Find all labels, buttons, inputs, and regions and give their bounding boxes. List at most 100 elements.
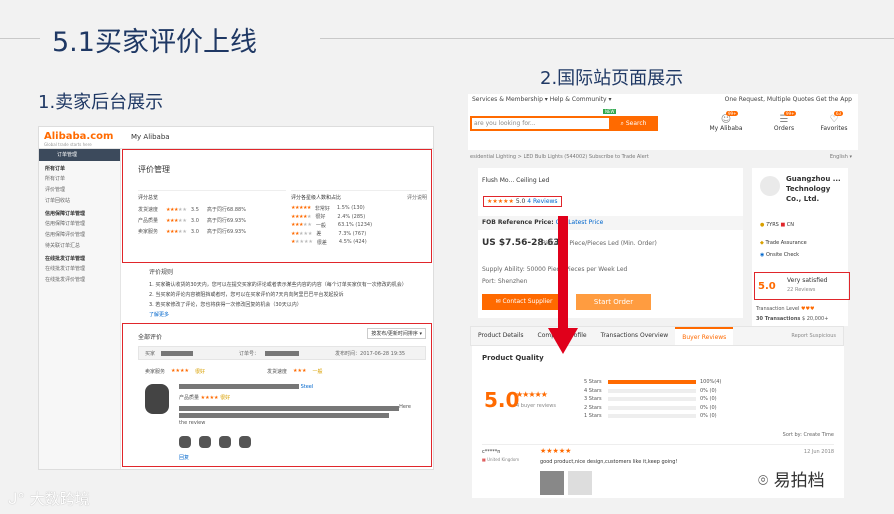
breadcrumb[interactable]: esidential Lighting > LED Bulb Lights (5… xyxy=(468,151,858,163)
trade-assurance[interactable]: ◆ Trade Assurance xyxy=(760,240,807,246)
stat-compare: 高于同行69.93% xyxy=(206,229,246,235)
sort-by[interactable]: Sort by: Create Time xyxy=(783,432,834,438)
rating-summary-highlight: 评价管理 评分总览 发货速度 ★★★ ★★ 3.5 高于同行68.88% 产品质量 ★★★… xyxy=(122,149,432,263)
red-arrow-icon xyxy=(548,216,578,354)
top-nav-left[interactable]: Services & Membership ▾ Help & Community… xyxy=(472,96,612,103)
sidebar-item[interactable]: 信用保障评价管理 xyxy=(39,229,120,240)
order-label: 订单号： xyxy=(239,350,260,357)
dist-value: 63.1% (1234) xyxy=(337,222,373,229)
sidebar-item[interactable]: 所有订单 xyxy=(39,173,120,184)
dist-label: 很差 xyxy=(316,239,327,246)
watermark: ⌾ 易拍档 xyxy=(758,471,825,491)
subtitle-site: 2.国际站页面展示 xyxy=(540,68,684,89)
sidebar-group[interactable]: 所有订单 xyxy=(39,161,120,173)
rule-item: 2. 当买家的评论内容被阻挡或者时，您可以在买家评价的7天内向阿里巴巴平台发起投… xyxy=(149,292,344,298)
tab-product-details[interactable]: Product Details xyxy=(471,327,531,345)
sidebar-group[interactable]: 在线批发订单管理 xyxy=(39,251,120,263)
search-button[interactable]: ⌕ Search xyxy=(609,116,658,131)
sidebar-item[interactable]: 信用保障订单管理 xyxy=(39,218,120,229)
redacted-buyer xyxy=(161,350,194,356)
distribution-panel: 评分各星级人数和占比 评分说明 ★★★★★ 非常好 1.5% (130) ★★★★ ★ 很… xyxy=(291,190,427,252)
all-reviews-highlight: 全部评价 按发布/更新时间排序 ▾ 买家 订单号： 发布时间：2017-06-2… xyxy=(122,323,432,467)
new-badge: NEW xyxy=(603,109,617,114)
sidebar-header[interactable]: 订单管理 xyxy=(39,149,120,161)
review-meta-bar: 买家 订单号： 发布时间：2017-06-28 19:35 xyxy=(138,346,426,360)
rule-item: 1. 买家确认收货的30天内，您可以在提交买家的评论或者表示某些内容的内容（每个… xyxy=(149,282,407,288)
transaction-level: Transaction Level ♥♥♥ xyxy=(756,306,815,312)
dist-label: 差 xyxy=(316,231,322,238)
search-input[interactable]: are you looking for... xyxy=(470,116,609,131)
star-histogram: 5 Stars 100%(4) 4 Stars 0% (0) 3 Stars 0% (… xyxy=(584,379,722,420)
sidebar-group[interactable]: 信用保障订单管理 xyxy=(39,206,120,218)
language-select[interactable]: English ▾ xyxy=(830,151,852,163)
review-date: 发布时间：2017-06-28 19:35 xyxy=(335,350,406,357)
tab-transactions[interactable]: Transactions Overview xyxy=(594,327,676,345)
stat-value: 3.0 xyxy=(190,228,199,235)
my-alibaba-icon[interactable]: ☺ 99+ My Alibaba xyxy=(706,111,746,132)
buyer-review-count: 4 buyer reviews xyxy=(516,403,556,409)
redacted-order xyxy=(265,350,300,356)
footer-logo: ᒍ° 大数跨境 xyxy=(8,490,90,508)
eval-title: 评价管理 xyxy=(138,165,170,174)
reviewer-country: ▦ United Kingdom xyxy=(482,457,520,462)
rules-section: 评价规则 1. 买家确认收货的30天内，您可以在提交买家的评论或者表示某些内容的… xyxy=(149,267,431,321)
seller-years: ● 7YRS ■ CN xyxy=(760,222,795,228)
satisfaction-highlight[interactable]: 5.0 Very satisfied 22 Reviews xyxy=(754,272,850,300)
stat-compare: 高于同行68.88% xyxy=(206,207,246,213)
svc-text: 很好 xyxy=(194,369,205,375)
dist-value: 4.5% (424) xyxy=(338,239,367,246)
ship-label: 发货速度 xyxy=(266,369,287,375)
buyer-label: 买家 xyxy=(145,350,156,357)
sidebar-item[interactable]: 订单回收站 xyxy=(39,195,120,206)
quality-stars: ★★★★★ xyxy=(516,390,548,399)
review-photo[interactable] xyxy=(540,471,564,495)
favorites-icon[interactable]: ♡ 63 Favorites xyxy=(814,111,854,132)
backend-sidebar: 订单管理 所有订单 所有订单 评价管理 订单回收站 信用保障订单管理 信用保障订… xyxy=(39,149,121,469)
product-thumbnail[interactable] xyxy=(145,384,169,414)
all-reviews-title: 全部评价 xyxy=(138,334,163,341)
dist-note-link[interactable]: 评分说明 xyxy=(407,194,427,201)
divider xyxy=(320,38,894,39)
stat-compare: 高于同行69.93% xyxy=(206,218,246,224)
my-alibaba-link[interactable]: My Alibaba xyxy=(131,133,170,141)
svc-label: 卖家服务 xyxy=(145,369,166,375)
dist-label: 很好 xyxy=(315,214,326,221)
sort-dropdown[interactable]: 按发布/更新时间排序 ▾ xyxy=(367,328,426,339)
sidebar-item[interactable]: 在线批发订单管理 xyxy=(39,263,120,274)
sidebar-item[interactable]: 评价管理 xyxy=(39,184,120,195)
seller-logo xyxy=(760,176,780,196)
stat-value: 3.0 xyxy=(190,217,199,224)
review-photos[interactable] xyxy=(179,436,251,448)
dist-value: 1.5% (130) xyxy=(336,205,365,212)
product-link[interactable]: Steel xyxy=(179,384,313,390)
subtitle-backend: 1.卖家后台展示 xyxy=(38,92,164,113)
reply-link[interactable]: 回复 xyxy=(179,454,189,461)
seller-name[interactable]: Guangzhou ... Technology Co., Ltd. xyxy=(786,174,846,204)
dist-value: 7.3% (767) xyxy=(338,230,367,237)
top-nav-right[interactable]: One Request, Multiple Quotes Get the App xyxy=(725,96,852,103)
rating-highlight[interactable]: ★★★★★ 5.0 4 Reviews xyxy=(483,196,562,207)
report-link[interactable]: Report Suspicious xyxy=(784,327,843,345)
review-photo[interactable] xyxy=(568,471,592,495)
review-text: good product,nice design,customers like … xyxy=(540,459,678,465)
satisfaction-score: 5.0 xyxy=(758,281,776,292)
stat-label: 发货速度 xyxy=(138,207,159,213)
dist-label: 一般 xyxy=(315,222,326,229)
learn-more-link[interactable]: 了解更多 xyxy=(149,311,431,318)
site-screenshot: Services & Membership ▾ Help & Community… xyxy=(468,94,858,499)
transaction-count: 30 Transactions $ 20,000+ xyxy=(756,316,829,322)
rules-title: 评价规则 xyxy=(149,269,174,276)
alibaba-logo: Alibaba.com Global trade starts here xyxy=(44,131,114,147)
satisfaction-reviews: 22 Reviews xyxy=(787,287,816,293)
orders-icon[interactable]: ☰ 99+ Orders xyxy=(764,111,804,132)
backend-screenshot: Alibaba.com Global trade starts here My A… xyxy=(38,126,434,470)
sidebar-item[interactable]: 在线批发评价管理 xyxy=(39,274,120,285)
stat-label: 卖家服务 xyxy=(138,229,159,235)
product-name: Flush Mo... Ceiling Led xyxy=(482,177,550,184)
sidebar-item[interactable]: 待关联订单汇总 xyxy=(39,240,120,251)
tab-buyer-reviews[interactable]: Buyer Reviews xyxy=(675,327,734,345)
start-order-button[interactable]: Start Order xyxy=(576,294,651,310)
dist-title: 评分各星级人数和占比 xyxy=(291,195,342,201)
onsite-check[interactable]: ◉ Onsite Check xyxy=(760,252,799,258)
overview-title: 评分总览 xyxy=(138,195,159,201)
